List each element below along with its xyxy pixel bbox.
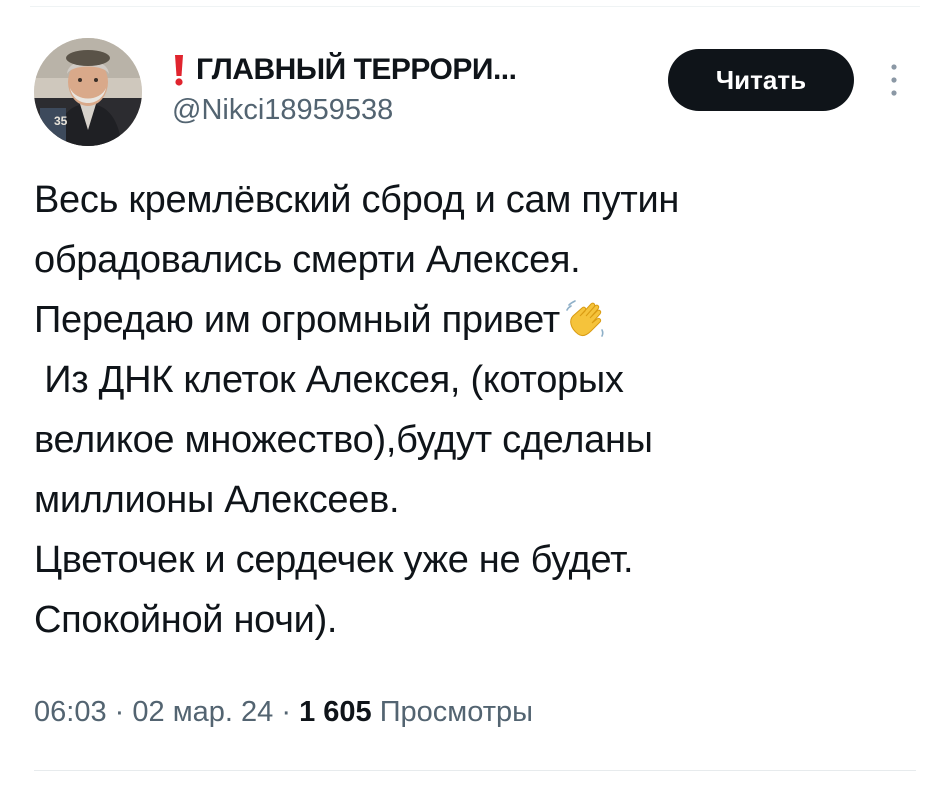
tweet-time[interactable]: 06:03 <box>34 696 107 728</box>
meta-separator: · <box>114 696 125 728</box>
tweet-line: миллионы Алексеев. <box>34 479 400 521</box>
author-block: ГЛАВНЫЙ ТЕРРОРИ... @Nikci18959538 <box>172 50 517 127</box>
avatar-photo <box>34 38 142 146</box>
meta-separator: · <box>281 696 291 728</box>
tweet-line: великое множество),будут сделаны <box>34 419 653 461</box>
tweet-meta: 06:03 · 02 мар. 24 · 1 605 Просмотры <box>34 696 533 729</box>
tweet-text: Весь кремлёвский сброд и сам путин обрад… <box>34 170 914 650</box>
author-handle[interactable]: @Nikci18959538 <box>172 94 516 127</box>
tweet-date[interactable]: 02 мар. 24 <box>132 696 273 728</box>
tweet-line: Весь кремлёвский сброд и сам путин <box>34 179 680 221</box>
tweet-line: Передаю им огромный привет <box>34 299 560 341</box>
avatar[interactable]: 35 <box>34 38 142 146</box>
waving-hand-icon <box>564 296 608 340</box>
exclamation-icon <box>172 53 186 87</box>
tweet-line: Спокойной ночи). <box>34 599 338 641</box>
author-name-row[interactable]: ГЛАВНЫЙ ТЕРРОРИ... <box>172 50 517 90</box>
tweet-line-with-emoji: Передаю им огромный привет <box>34 290 914 350</box>
views-label[interactable]: Просмотры <box>380 696 533 728</box>
author-display-name: ГЛАВНЫЙ ТЕРРОРИ... <box>196 53 517 86</box>
follow-button[interactable]: Читать <box>668 49 854 111</box>
avatar-badge: 35 <box>54 114 68 128</box>
vertical-ellipsis-icon[interactable] <box>884 60 904 100</box>
tweet-line: обрадовались смерти Алексея. <box>34 239 581 281</box>
tweet: 35 ГЛАВНЫЙ ТЕРРОРИ... @Nikci18959538 Чит… <box>0 0 950 800</box>
bottom-divider <box>34 770 916 771</box>
tweet-line: Цветочек и сердечек уже не будет. <box>34 539 634 581</box>
views-count[interactable]: 1 605 <box>299 696 372 728</box>
tweet-line: Из ДНК клеток Алексея, (которых <box>34 359 624 401</box>
